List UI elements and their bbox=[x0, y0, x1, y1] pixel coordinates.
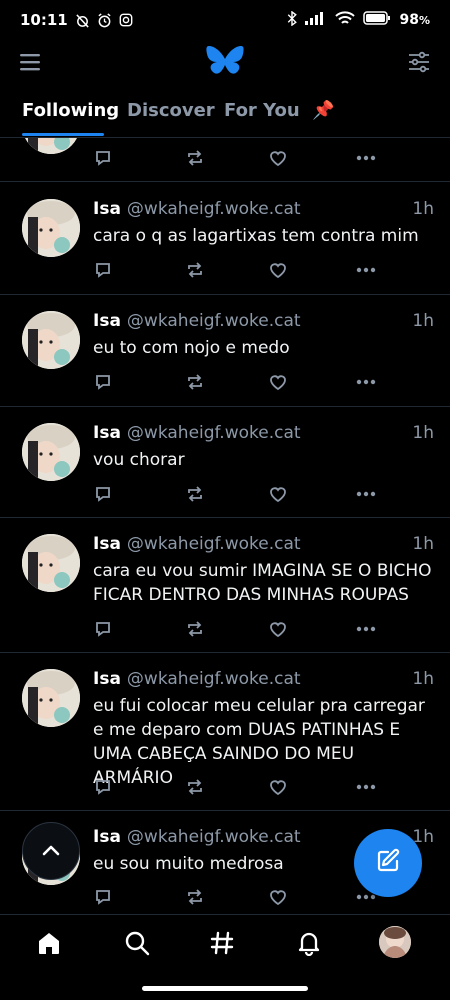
more-options-icon[interactable] bbox=[355, 147, 377, 169]
repost-icon[interactable] bbox=[184, 371, 206, 393]
bottom-navigation bbox=[0, 914, 450, 970]
wifi-icon bbox=[335, 10, 356, 30]
compose-post-button[interactable] bbox=[354, 829, 422, 897]
more-options-icon[interactable] bbox=[355, 259, 377, 281]
reply-icon[interactable] bbox=[92, 259, 114, 281]
instagram-icon bbox=[119, 13, 134, 28]
post-text: eu to com nojo e medo bbox=[93, 338, 290, 358]
like-icon[interactable] bbox=[267, 618, 289, 640]
more-options-icon[interactable] bbox=[355, 483, 377, 505]
list-item[interactable]: Isa @wkaheigf.woke.cat 1h eu to com nojo … bbox=[0, 295, 450, 407]
profile-avatar[interactable] bbox=[379, 926, 411, 958]
tab-pinned[interactable]: 📌 bbox=[312, 100, 334, 121]
feed-tabs: Following Discover For You 📌 bbox=[0, 88, 450, 138]
list-item[interactable]: Isa @wkaheigf.woke.cat 1h eu fui colocar … bbox=[0, 653, 450, 811]
author-handle[interactable]: @wkaheigf.woke.cat bbox=[127, 827, 301, 847]
repost-icon[interactable] bbox=[184, 259, 206, 281]
status-time: 10:11 bbox=[20, 11, 68, 29]
post-time: 1h bbox=[412, 669, 434, 689]
like-icon[interactable] bbox=[267, 886, 289, 908]
repost-icon[interactable] bbox=[184, 618, 206, 640]
alarm-off-icon bbox=[75, 13, 90, 28]
tab-following[interactable]: Following bbox=[22, 100, 119, 121]
author-name[interactable]: Isa bbox=[93, 534, 121, 554]
post-time: 1h bbox=[412, 423, 434, 443]
author-handle[interactable]: @wkaheigf.woke.cat bbox=[127, 534, 301, 554]
post-time: 1h bbox=[412, 534, 434, 554]
author-name[interactable]: Isa bbox=[93, 423, 121, 443]
list-item[interactable]: Isa @wkaheigf.woke.cat 1h vou chorar bbox=[0, 407, 450, 518]
author-handle[interactable]: @wkaheigf.woke.cat bbox=[127, 423, 301, 443]
active-tab-indicator bbox=[22, 133, 104, 136]
avatar[interactable] bbox=[22, 534, 80, 592]
author-name[interactable]: Isa bbox=[93, 669, 121, 689]
compose-icon bbox=[374, 847, 402, 879]
author-name[interactable]: Isa bbox=[93, 199, 121, 219]
list-item[interactable]: Isa @wkaheigf.woke.cat 1h cara o q as lag… bbox=[0, 183, 450, 295]
reply-icon[interactable] bbox=[92, 618, 114, 640]
home-icon[interactable] bbox=[34, 928, 64, 958]
avatar[interactable] bbox=[22, 311, 80, 369]
scroll-to-top-button[interactable] bbox=[22, 822, 80, 880]
author-name[interactable]: Isa bbox=[93, 311, 121, 331]
post-text: cara o q as lagartixas tem contra mim bbox=[93, 226, 419, 246]
reply-icon[interactable] bbox=[92, 776, 114, 798]
butterfly-icon[interactable] bbox=[206, 44, 244, 80]
reply-icon[interactable] bbox=[92, 886, 114, 908]
home-indicator bbox=[142, 986, 308, 991]
bell-icon[interactable] bbox=[294, 928, 324, 958]
avatar[interactable] bbox=[22, 199, 80, 257]
post-text: cara eu vou sumir IMAGINA SE O BICHO FIC… bbox=[93, 561, 432, 605]
more-options-icon[interactable] bbox=[355, 371, 377, 393]
tab-for-you[interactable]: For You bbox=[224, 100, 300, 121]
hashtag-icon[interactable] bbox=[207, 928, 237, 958]
alarm-icon bbox=[97, 12, 112, 28]
search-icon[interactable] bbox=[122, 928, 152, 958]
bluetooth-icon bbox=[287, 10, 298, 30]
list-item[interactable]: Isa @wkaheigf.woke.cat 1h cara eu vou sum… bbox=[0, 518, 450, 653]
like-icon[interactable] bbox=[267, 483, 289, 505]
reply-icon[interactable] bbox=[92, 147, 114, 169]
list-item[interactable] bbox=[0, 138, 450, 182]
repost-icon[interactable] bbox=[184, 483, 206, 505]
tab-discover[interactable]: Discover bbox=[127, 100, 215, 121]
battery-icon bbox=[363, 11, 391, 29]
chevron-up-icon bbox=[41, 842, 61, 861]
like-icon[interactable] bbox=[267, 371, 289, 393]
reply-icon[interactable] bbox=[92, 483, 114, 505]
author-handle[interactable]: @wkaheigf.woke.cat bbox=[127, 311, 301, 331]
sliders-icon[interactable] bbox=[408, 51, 432, 75]
battery-level: 98 bbox=[399, 12, 419, 28]
reply-icon[interactable] bbox=[92, 371, 114, 393]
like-icon[interactable] bbox=[267, 776, 289, 798]
avatar[interactable] bbox=[22, 669, 80, 727]
post-text: vou chorar bbox=[93, 450, 185, 470]
more-options-icon[interactable] bbox=[355, 618, 377, 640]
hamburger-menu-icon[interactable] bbox=[20, 52, 44, 74]
repost-icon[interactable] bbox=[184, 147, 206, 169]
repost-icon[interactable] bbox=[184, 776, 206, 798]
repost-icon[interactable] bbox=[184, 886, 206, 908]
post-time: 1h bbox=[412, 311, 434, 331]
more-options-icon[interactable] bbox=[355, 776, 377, 798]
like-icon[interactable] bbox=[267, 259, 289, 281]
like-icon[interactable] bbox=[267, 147, 289, 169]
post-feed[interactable]: Isa @wkaheigf.woke.cat 1h cara o q as lag… bbox=[0, 138, 450, 914]
author-handle[interactable]: @wkaheigf.woke.cat bbox=[127, 199, 301, 219]
author-name[interactable]: Isa bbox=[93, 827, 121, 847]
post-time: 1h bbox=[412, 199, 434, 219]
author-handle[interactable]: @wkaheigf.woke.cat bbox=[127, 669, 301, 689]
avatar[interactable] bbox=[22, 423, 80, 481]
battery-unit: % bbox=[418, 14, 430, 27]
signal-icon bbox=[305, 11, 327, 29]
avatar[interactable] bbox=[22, 138, 80, 154]
app-header bbox=[0, 40, 450, 88]
status-bar: 10:11 98% bbox=[0, 0, 450, 40]
